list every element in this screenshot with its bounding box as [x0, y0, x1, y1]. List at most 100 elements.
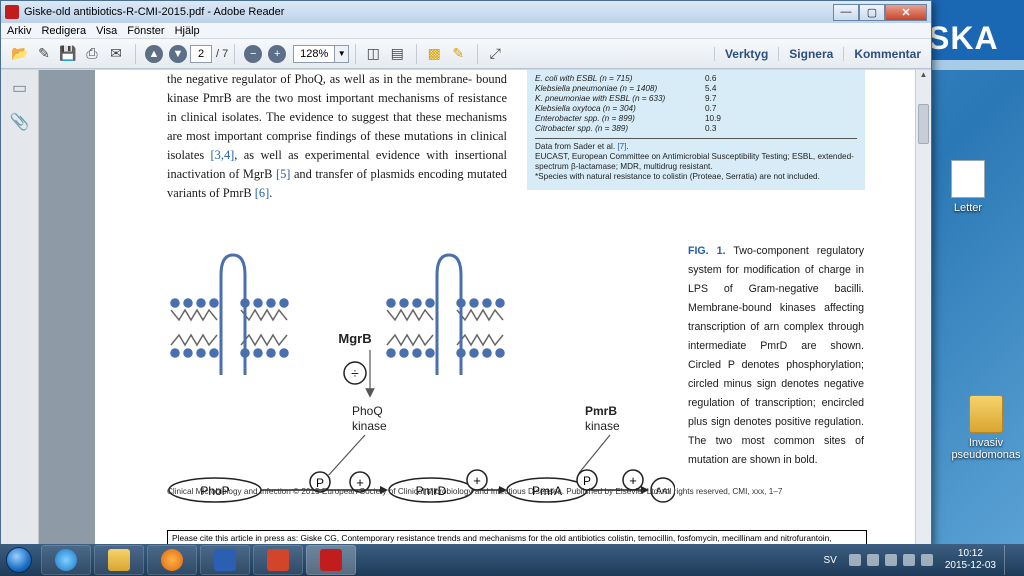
power-icon[interactable]	[884, 554, 897, 566]
content-area: ▭ 📎 the negative regulator of PhoQ, as w…	[1, 70, 931, 546]
label-mgrb: MgrB	[338, 331, 371, 346]
page-thumbnails-icon[interactable]: ▭	[10, 78, 30, 98]
zoom-out-icon[interactable]: −	[244, 44, 263, 63]
table-cell-label: Klebsiella oxytoca (n = 304)	[535, 104, 636, 113]
taskbar-word[interactable]	[200, 545, 250, 575]
show-desktop-button[interactable]	[1004, 545, 1014, 575]
sign-link[interactable]: Signera	[778, 46, 843, 61]
action-center-icon[interactable]	[866, 554, 879, 566]
label-pmrb-kinase: kinase	[585, 419, 620, 433]
attachments-icon[interactable]: 📎	[10, 112, 30, 132]
table-note: Data from Sader et al. [7].	[535, 142, 629, 151]
menu-visa[interactable]: Visa	[96, 25, 117, 37]
label-plus: +	[629, 473, 637, 488]
comment-icon[interactable]: ▩	[423, 43, 445, 65]
zoom-value: 128%	[300, 47, 329, 60]
windows-orb-icon	[6, 547, 32, 573]
body-line: .	[269, 186, 273, 200]
maximize-button[interactable]: ▢	[859, 3, 885, 21]
table-cell-label: Klebsiella pneumoniae (n = 1408)	[535, 84, 658, 93]
table-note: *Species with natural resistance to coli…	[535, 172, 820, 181]
toolbar-separator	[135, 43, 136, 64]
table-rule	[535, 138, 857, 139]
taskbar-media-player[interactable]	[147, 545, 197, 575]
minimize-button[interactable]: —	[833, 3, 859, 21]
start-button[interactable]	[0, 544, 38, 576]
menu-fonster[interactable]: Fönster	[127, 25, 164, 37]
fit-width-icon[interactable]: ▤	[386, 43, 408, 65]
taskbar-ie[interactable]	[41, 545, 91, 575]
adobe-reader-window: Giske-old antibiotics-R-CMI-2015.pdf - A…	[0, 0, 932, 546]
edit-icon[interactable]: ✎	[33, 43, 55, 65]
background-window-logo: SKA	[928, 20, 999, 56]
toolbar: 📂 ✎ 💾 ⎙ ✉ ▲ ▼ 2 / 7 − + 128% ▼ ◫ ▤ ▩ ✎ ⤢…	[1, 39, 931, 69]
zoom-in-icon[interactable]: +	[268, 44, 287, 63]
pdf-page: the negative regulator of PhoQ, as well …	[95, 70, 915, 546]
table-cell-value: 10.9	[705, 114, 721, 123]
clock-time: 10:12	[957, 548, 983, 559]
taskbar-powerpoint[interactable]	[253, 545, 303, 575]
volume-icon[interactable]	[920, 554, 933, 566]
reference-link[interactable]: [5]	[276, 167, 290, 181]
tray-expand-icon[interactable]	[848, 554, 861, 566]
resistance-table: E. coli with ESBL (n = 715) 0.6 Klebsiel…	[527, 70, 865, 190]
save-icon[interactable]: 💾	[57, 43, 79, 65]
table-cell-value: 9.7	[705, 94, 717, 103]
scroll-up-icon[interactable]: ▲	[916, 70, 931, 84]
toolbar-separator	[234, 43, 236, 64]
highlight-icon[interactable]: ✎	[447, 43, 469, 65]
table-note: EUCAST, European Committee on Antimicrob…	[535, 152, 854, 171]
toolbar-separator	[355, 43, 357, 64]
page-total: / 7	[216, 47, 229, 60]
table-row: Klebsiella pneumoniae (n = 1408) 5.4	[535, 84, 857, 94]
table-cell-label: Citrobacter spp. (n = 389)	[535, 124, 629, 133]
title-bar[interactable]: Giske-old antibiotics-R-CMI-2015.pdf - A…	[1, 1, 931, 23]
desktop-icon-label: Invasiv pseudomonas	[951, 437, 1021, 461]
powerpoint-icon	[267, 549, 289, 571]
table-cell-value: 0.7	[705, 104, 717, 113]
next-page-icon[interactable]: ▼	[169, 44, 187, 63]
comment-link[interactable]: Kommentar	[843, 46, 931, 61]
expand-icon[interactable]: ⤢	[484, 43, 506, 65]
table-cell-label: Enterobacter spp. (n = 899)	[535, 114, 635, 123]
desktop-icon-invasiv-pseudomonas[interactable]: Invasiv pseudomonas	[946, 395, 1024, 461]
table-row: Klebsiella oxytoca (n = 304) 0.7	[535, 104, 857, 114]
word-icon	[214, 549, 236, 571]
chevron-down-icon[interactable]: ▼	[334, 45, 349, 62]
vertical-scrollbar[interactable]: ▲	[915, 70, 931, 546]
print-icon[interactable]: ⎙	[81, 43, 103, 65]
scrollbar-thumb[interactable]	[918, 104, 929, 144]
open-folder-icon[interactable]: 📂	[9, 43, 31, 65]
close-button[interactable]: ✕	[885, 3, 927, 21]
desktop-icon-letter[interactable]: Letter	[928, 160, 1008, 214]
clock[interactable]: 10:12 2015-12-03	[945, 548, 996, 572]
table-cell-label: K. pneumoniae with ESBL (n = 633)	[535, 94, 666, 103]
reference-link[interactable]: [3,4]	[211, 148, 235, 162]
zoom-select[interactable]: 128% ▼	[293, 44, 350, 63]
reference-link[interactable]: [6]	[255, 186, 269, 200]
page-number-input[interactable]: 2	[190, 44, 212, 63]
menu-redigera[interactable]: Redigera	[41, 25, 86, 37]
membrane-right	[386, 253, 505, 375]
tools-link[interactable]: Verktyg	[713, 46, 778, 61]
language-indicator[interactable]: SV	[824, 555, 837, 566]
body-line: , as well as experimental	[234, 148, 370, 162]
table-cell-value: 0.6	[705, 74, 717, 83]
network-icon[interactable]	[902, 554, 915, 566]
menu-arkiv[interactable]: Arkiv	[7, 25, 31, 37]
body-line: the negative regulator of PhoQ, as well …	[167, 72, 473, 86]
taskbar: SV 10:12 2015-12-03	[0, 544, 1024, 576]
previous-page-icon[interactable]: ▲	[145, 44, 163, 63]
document-viewer[interactable]: the negative regulator of PhoQ, as well …	[39, 70, 931, 546]
table-cell-label: E. coli with ESBL (n = 715)	[535, 74, 633, 83]
menu-hjalp[interactable]: Hjälp	[175, 25, 200, 37]
fit-page-icon[interactable]: ◫	[362, 43, 384, 65]
body-line: and transfer	[290, 167, 354, 181]
taskbar-adobe-reader[interactable]	[306, 545, 356, 575]
taskbar-explorer[interactable]	[94, 545, 144, 575]
email-icon[interactable]: ✉	[105, 43, 127, 65]
label-phoq-kinase: kinase	[352, 419, 387, 433]
table-cell-value: 0.3	[705, 124, 717, 133]
figure-caption: FIG. 1. Two-component regulatory system …	[688, 242, 864, 470]
table-row: E. coli with ESBL (n = 715) 0.6	[535, 74, 857, 84]
